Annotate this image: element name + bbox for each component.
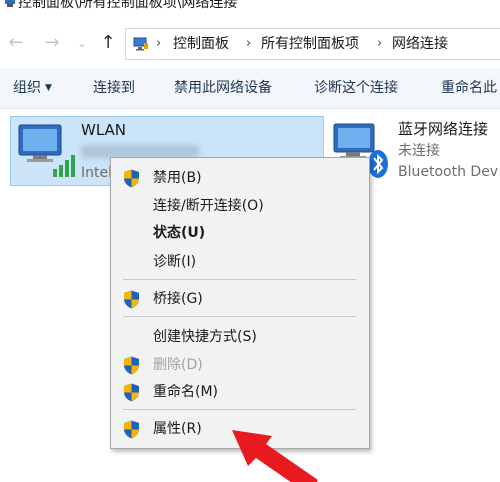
menu-item-label: 连接/断开连接(O) [153,198,264,214]
uac-shield-icon [124,420,139,439]
breadcrumb-network-connections[interactable]: 网络连接 [392,34,448,54]
back-button[interactable]: ← [4,30,28,56]
address-bar[interactable]: › 控制面板 › 所有控制面板项 › 网络连接 [125,28,500,60]
menu-item-status[interactable]: 状态(U) [111,220,369,246]
breadcrumb-all-items[interactable]: 所有控制面板项 [261,34,359,54]
menu-item-connect-disconnect[interactable]: 连接/断开连接(O) [111,193,369,219]
context-menu: 禁用(B) 连接/断开连接(O) 状态(U) 诊断(I) 桥接(G) 创建快捷方… [110,157,370,449]
menu-item-label: 重命名(M) [153,384,219,400]
rename-connection-button[interactable]: 重命名此 [441,79,497,97]
uac-shield-icon [124,356,139,375]
up-button[interactable]: ↑ [96,30,120,56]
connect-to-button[interactable]: 连接到 [93,79,135,97]
organize-label: 组织 [13,80,41,96]
connection-name[interactable]: 蓝牙网络连接 [398,119,488,139]
forward-button[interactable]: → [40,30,64,56]
breadcrumb-control-panel[interactable]: 控制面板 [173,34,229,54]
organize-menu[interactable]: 组织 ▼ [13,79,52,97]
disable-device-button[interactable]: 禁用此网络设备 [174,79,272,97]
menu-item-rename[interactable]: 重命名(M) [111,379,369,405]
menu-item-label: 删除(D) [153,357,203,373]
adapter-name: Intel [81,165,112,181]
menu-item-create-shortcut[interactable]: 创建快捷方式(S) [111,324,369,350]
recent-locations-button[interactable]: ⌄ [70,30,94,56]
folder-network-icon [5,0,15,7]
control-panel-icon [133,37,148,51]
menu-item-delete: 删除(D) [111,352,369,378]
menu-separator [123,316,356,317]
uac-shield-icon [124,290,139,309]
menu-item-label: 状态(U) [153,225,206,241]
menu-item-label: 属性(R) [153,421,202,437]
menu-item-label: 创建快捷方式(S) [153,329,257,345]
menu-item-label: 诊断(I) [153,254,197,270]
connection-name: WLAN [81,121,127,139]
menu-item-label: 禁用(B) [153,170,202,186]
menu-item-disable[interactable]: 禁用(B) [111,165,369,191]
wifi-adapter-icon [18,124,75,177]
breadcrumb-separator: › [377,36,383,51]
menu-item-label: 桥接(G) [153,291,203,307]
navigation-bar: ← → ⌄ ↑ › 控制面板 › 所有控制面板项 › 网络连接 [0,22,500,64]
uac-shield-icon [124,169,139,188]
uac-shield-icon [124,383,139,402]
title-bar: 控制面板\所有控制面板项\网络连接 [0,0,500,14]
breadcrumb-separator: › [246,36,252,51]
menu-item-bridge[interactable]: 桥接(G) [111,286,369,312]
window-title: 控制面板\所有控制面板项\网络连接 [18,0,238,11]
breadcrumb-separator: › [156,36,162,51]
menu-separator [123,279,356,280]
connection-status: 未连接 [398,143,440,159]
menu-separator [123,409,356,410]
red-pointer-arrow-icon [232,430,318,482]
menu-item-diagnose[interactable]: 诊断(I) [111,249,369,275]
adapter-name: Bluetooth Dev [398,164,499,180]
command-bar: 组织 ▼ 连接到 禁用此网络设备 诊断这个连接 重命名此 [0,68,500,109]
diagnose-connection-button[interactable]: 诊断这个连接 [314,79,398,97]
chevron-down-icon: ▼ [45,83,52,93]
